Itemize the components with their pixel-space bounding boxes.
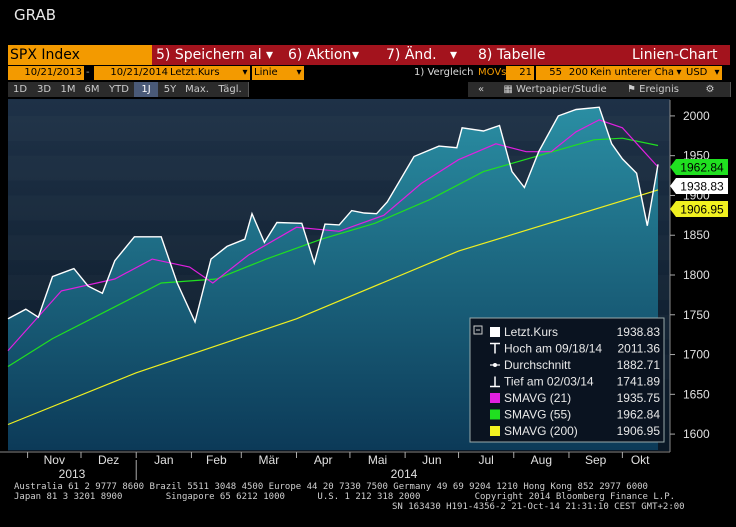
y-tick-label: 2000 [683,109,710,123]
y-tick-label: 1800 [683,268,710,282]
footer-line-2: Japan 81 3 3201 8900 Singapore 65 6212 1… [14,492,676,502]
legend-label: Letzt.Kurs [504,325,558,339]
x-tick-label: Jan [154,453,173,467]
x-tick-label: Apr [314,453,333,467]
legend-swatch [490,393,500,403]
x-tick-label: Nov [44,453,65,467]
y-tick-label: 1750 [683,308,710,322]
legend-label: Tief am 02/03/14 [504,375,594,389]
legend-value: 1935.75 [617,391,661,405]
last-value-label: 1906.95 [680,203,724,217]
last-value-label: 1938.83 [680,180,724,194]
legend-swatch [490,426,500,436]
price-chart: 200019501900185018001750170016501600 Nov… [0,99,728,481]
footer-line-3: SN 163430 H191-4356-2 21-Oct-14 21:31:10… [392,502,685,512]
legend-label: SMAVG (21) [504,391,571,405]
x-tick-label: Sep [585,453,607,467]
x-tick-label: Feb [206,453,227,467]
y-tick-label: 1850 [683,228,710,242]
average-marker-dot [493,363,497,367]
x-tick-label: Jul [478,453,493,467]
y-tick-label: 1600 [683,427,710,441]
legend-value: 1741.89 [617,375,661,389]
x-tick-label: Mai [368,453,387,467]
x-tick-label: Mär [259,453,280,467]
legend-label: Durchschnitt [504,358,571,372]
footer-line-1: Australia 61 2 9777 8600 Brazil 5511 304… [14,482,648,492]
year-label: 2013 [59,467,86,481]
x-tick-label: Aug [531,453,552,467]
legend-value: 1962.84 [617,408,661,422]
y-tick-label: 1650 [683,387,710,401]
legend-value: 1938.83 [617,325,661,339]
x-tick-label: Dez [98,453,119,467]
year-label: 2014 [391,467,418,481]
last-value-label: 1962.84 [680,161,724,175]
legend-swatch [490,409,500,420]
legend-value: 1906.95 [617,424,661,438]
legend-value: 1882.71 [617,358,661,372]
x-tick-label: Jun [422,453,441,467]
y-tick-label: 1700 [683,348,710,362]
x-tick-label: Okt [631,453,650,467]
legend-value: 2011.36 [618,342,661,356]
legend-swatch [490,327,500,337]
legend-label: SMAVG (55) [504,408,571,422]
legend-label: Hoch am 09/18/14 [504,342,602,356]
legend-label: SMAVG (200) [504,424,578,438]
